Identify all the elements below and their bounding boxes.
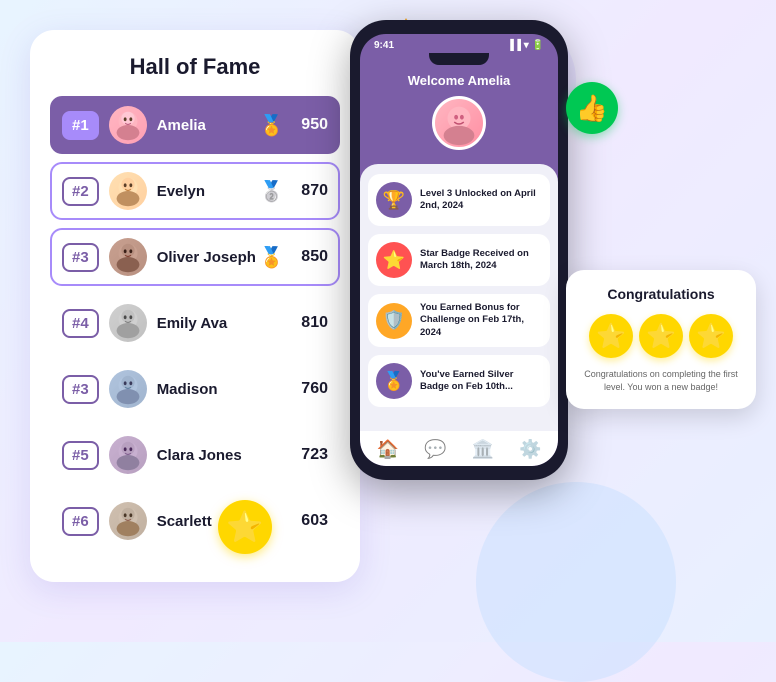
- phone-activity-item-2[interactable]: ⭐ Star Badge Received on March 18th, 202…: [368, 234, 550, 286]
- phone-screen: 9:41 ▐▐ ▾ 🔋 Welcome Amelia 🏆 Level 3 Unl…: [360, 34, 558, 466]
- hof-name-2: Evelyn: [157, 183, 259, 200]
- hof-name-3: Oliver Joseph: [157, 249, 259, 266]
- phone-mockup: 9:41 ▐▐ ▾ 🔋 Welcome Amelia 🏆 Level 3 Unl…: [350, 20, 568, 480]
- phone-signal: ▐▐ ▾ 🔋: [507, 40, 544, 51]
- hof-row-6[interactable]: #5 Clara Jones 723: [50, 426, 340, 484]
- phone-notch: [429, 53, 489, 65]
- phone-time: 9:41: [374, 40, 394, 51]
- hof-name-4: Emily Ava: [157, 315, 292, 332]
- activity-text-3: You Earned Bonus for Challenge on Feb 17…: [420, 302, 542, 339]
- phone-user-avatar: [432, 96, 486, 150]
- hof-rank-2: #2: [62, 177, 99, 206]
- hall-of-fame-card: Hall of Fame #1 Amelia 🏅 950 #2 Evelyn 🥈…: [30, 30, 360, 582]
- hof-name-1: Amelia: [157, 117, 259, 134]
- thumbsup-badge: 👍: [566, 82, 618, 134]
- congrats-star-3: ⭐: [689, 314, 733, 358]
- thumbsup-icon: 👍: [576, 93, 608, 124]
- hof-title: Hall of Fame: [50, 54, 340, 80]
- nav-chat-icon[interactable]: 💬: [424, 439, 446, 460]
- nav-trophy-icon[interactable]: 🏛️: [472, 439, 494, 460]
- hof-rank-5: #3: [62, 375, 99, 404]
- hof-row-1[interactable]: #1 Amelia 🏅 950: [50, 96, 340, 154]
- hof-row-2[interactable]: #2 Evelyn 🥈 870: [50, 162, 340, 220]
- phone-header: Welcome Amelia: [360, 65, 558, 164]
- star-decoration: ⭐: [218, 500, 272, 554]
- nav-home-icon[interactable]: 🏠: [377, 439, 399, 460]
- hof-score-2: 870: [292, 182, 328, 200]
- hof-score-5: 760: [292, 380, 328, 398]
- activity-icon-3: 🛡️: [376, 303, 412, 339]
- phone-activity-item-1[interactable]: 🏆 Level 3 Unlocked on April 2nd, 2024: [368, 174, 550, 226]
- hof-avatar-5: [109, 370, 147, 408]
- activity-emoji-2: ⭐: [383, 250, 405, 271]
- hof-avatar-4: [109, 304, 147, 342]
- hof-row-7[interactable]: #6 Scarlett 603: [50, 492, 340, 550]
- hof-rank-3: #3: [62, 243, 99, 272]
- hof-score-3: 850: [292, 248, 328, 266]
- activity-emoji-4: 🏅: [383, 371, 405, 392]
- congrats-star-2: ⭐: [639, 314, 683, 358]
- congrats-card: Congratulations ⭐ ⭐ ⭐ Congratulations on…: [566, 270, 756, 409]
- bg-decoration-1: [476, 482, 676, 682]
- hof-medal-3: 🏅: [259, 245, 284, 270]
- hof-score-6: 723: [292, 446, 328, 464]
- phone-status-bar: 9:41 ▐▐ ▾ 🔋: [360, 34, 558, 53]
- hof-avatar-2: [109, 172, 147, 210]
- hof-medal-2: 🥈: [259, 179, 284, 204]
- activity-emoji-3: 🛡️: [383, 310, 405, 331]
- activity-icon-1: 🏆: [376, 182, 412, 218]
- hof-row-4[interactable]: #4 Emily Ava 810: [50, 294, 340, 352]
- hof-rank-1: #1: [62, 111, 99, 140]
- phone-activity-item-3[interactable]: 🛡️ You Earned Bonus for Challenge on Feb…: [368, 294, 550, 347]
- hof-rank-7: #6: [62, 507, 99, 536]
- hof-rank-6: #5: [62, 441, 99, 470]
- activity-icon-4: 🏅: [376, 363, 412, 399]
- phone-activity-item-4[interactable]: 🏅 You've Earned Silver Badge on Feb 10th…: [368, 355, 550, 407]
- hof-rank-4: #4: [62, 309, 99, 338]
- congrats-message: Congratulations on completing the first …: [582, 368, 740, 393]
- hof-avatar-1: [109, 106, 147, 144]
- activity-emoji-1: 🏆: [383, 190, 405, 211]
- phone-welcome-text: Welcome Amelia: [408, 73, 511, 88]
- activity-text-2: Star Badge Received on March 18th, 2024: [420, 248, 542, 273]
- phone-bottom-nav: 🏠 💬 🏛️ ⚙️: [360, 431, 558, 466]
- hof-row-5[interactable]: #3 Madison 760: [50, 360, 340, 418]
- hof-score-7: 603: [292, 512, 328, 530]
- activity-icon-2: ⭐: [376, 242, 412, 278]
- hof-name-5: Madison: [157, 381, 292, 398]
- hof-score-4: 810: [292, 314, 328, 332]
- star-icon: ⭐: [226, 510, 263, 545]
- congrats-star-1: ⭐: [589, 314, 633, 358]
- congrats-title: Congratulations: [582, 286, 740, 302]
- activity-text-1: Level 3 Unlocked on April 2nd, 2024: [420, 188, 542, 213]
- activity-text-4: You've Earned Silver Badge on Feb 10th..…: [420, 369, 542, 394]
- nav-settings-icon[interactable]: ⚙️: [519, 439, 541, 460]
- hof-avatar-3: [109, 238, 147, 276]
- congrats-stars: ⭐ ⭐ ⭐: [582, 314, 740, 358]
- hof-avatar-6: [109, 436, 147, 474]
- phone-content: 🏆 Level 3 Unlocked on April 2nd, 2024 ⭐ …: [360, 164, 558, 431]
- hof-score-1: 950: [292, 116, 328, 134]
- hof-medal-1: 🏅: [259, 113, 284, 138]
- hof-name-6: Clara Jones: [157, 447, 292, 464]
- hof-avatar-7: [109, 502, 147, 540]
- hof-row-3[interactable]: #3 Oliver Joseph 🏅 850: [50, 228, 340, 286]
